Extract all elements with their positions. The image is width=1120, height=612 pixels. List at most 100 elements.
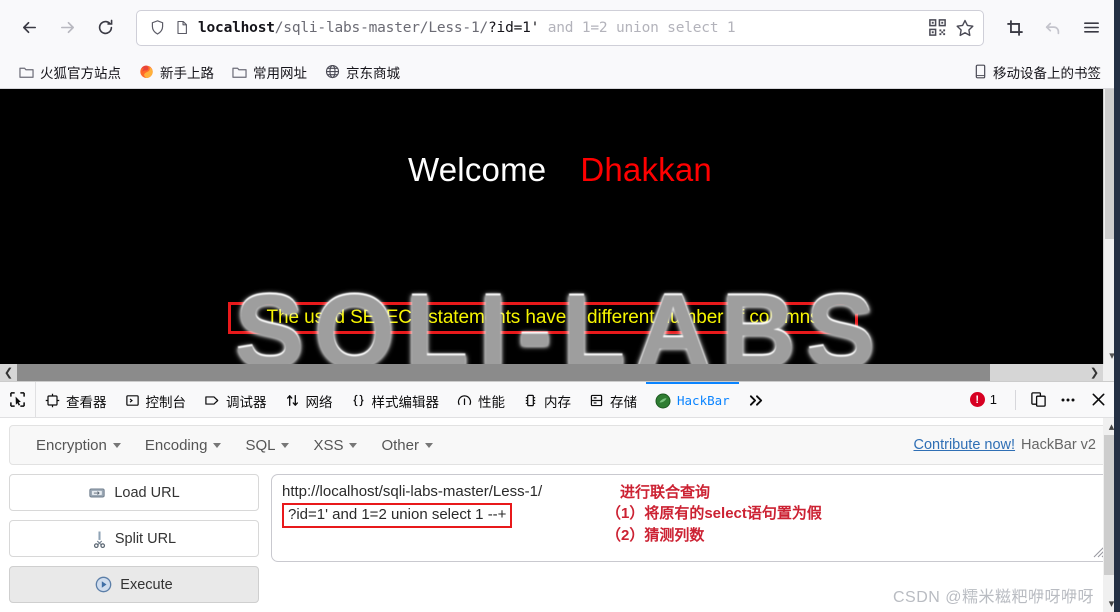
hackbar-panel: Encryption Encoding SQL XSS Other Contri… [0, 418, 1120, 612]
reload-button[interactable] [88, 11, 122, 45]
responsive-design-mode-icon [1030, 392, 1046, 407]
style-editor-braces-icon [353, 394, 363, 407]
tab-memory-label: 内存 [544, 394, 571, 410]
page-viewport: Welcome Dhakkan The used SELECT statement… [0, 89, 1120, 381]
url-query: ?id=1' [488, 19, 540, 36]
chevron-down-icon [112, 442, 121, 448]
bookmark-mobile-label: 移动设备上的书签 [993, 65, 1101, 81]
tab-inspector[interactable]: 查看器 [36, 382, 116, 417]
menu-other[interactable]: Other [369, 433, 445, 458]
reload-icon [98, 19, 112, 35]
menu-encryption[interactable]: Encryption [24, 433, 133, 458]
menu-encoding-label: Encoding [144, 436, 208, 454]
menu-sql[interactable]: SQL [233, 433, 301, 458]
tab-storage-label: 存储 [610, 394, 637, 410]
page-document-icon[interactable] [174, 19, 190, 36]
arrow-left-icon [22, 21, 36, 34]
chevron-down-icon [349, 442, 358, 448]
annotation-line-2: （1）将原有的select语句置为假 [606, 505, 822, 523]
split-url-label: Split URL [114, 530, 177, 547]
chevron-down-icon [281, 442, 290, 448]
tab-debugger[interactable]: 调试器 [195, 382, 276, 417]
horizontal-scroll-thumb[interactable] [17, 364, 990, 381]
toolbar-divider [1015, 389, 1016, 410]
window-right-edge [1114, 0, 1120, 612]
debugger-icon [205, 396, 219, 405]
chevron-down-icon [213, 442, 222, 448]
performance-gauge-icon [457, 395, 472, 406]
menu-xss-label: XSS [313, 436, 344, 454]
globe-icon [325, 64, 340, 79]
devtools-more-options-button[interactable] [1054, 386, 1082, 414]
bookmark-label: 京东商城 [346, 65, 400, 81]
more-options-icon [1061, 398, 1075, 401]
bookmark-item[interactable]: 京东商城 [318, 59, 407, 85]
contribute-link[interactable]: Contribute now! [913, 437, 1015, 453]
responsive-design-mode-button[interactable] [1024, 386, 1052, 414]
load-url-label: Load URL [114, 484, 180, 501]
tab-network-label: 网络 [305, 394, 333, 410]
app-menu-button[interactable] [1074, 11, 1108, 45]
tab-style-editor[interactable]: 样式编辑器 [342, 382, 449, 417]
folder-icon [232, 67, 247, 78]
devtools-close-button[interactable] [1084, 386, 1112, 414]
element-picker-button[interactable] [0, 382, 36, 417]
csdn-watermark: CSDN @糯米糍粑咿呀咿呀 [892, 589, 1094, 606]
tab-console[interactable]: 控制台 [116, 382, 196, 417]
hackbar-action-buttons: Load URL Split URL Execute [9, 474, 259, 603]
tab-memory[interactable]: 内存 [514, 382, 580, 417]
navigation-toolbar: localhost/sqli-labs-master/Less-1/?id=1'… [0, 0, 1120, 55]
bookmark-mobile-folder[interactable]: 移动设备上的书签 [967, 59, 1108, 85]
tab-hackbar-label: HackBar [677, 393, 730, 408]
bookmark-item[interactable]: 常用网址 [225, 59, 314, 85]
bookmarks-bar: 火狐官方站点 新手上路 常用网址 京东商城 移动设备上的书签 [0, 55, 1120, 89]
chevron-double-right-icon [749, 395, 762, 406]
back-button[interactable] [12, 11, 46, 45]
screenshot-crop-button[interactable] [998, 11, 1032, 45]
horizontal-scroll-track[interactable] [17, 364, 1086, 381]
tab-performance[interactable]: 性能 [448, 382, 514, 417]
memory-icon [525, 394, 536, 407]
close-icon [1092, 393, 1104, 406]
split-url-button[interactable]: Split URL [9, 520, 259, 557]
tab-network[interactable]: 网络 [276, 382, 342, 417]
qr-code-icon[interactable] [928, 18, 947, 37]
bookmark-star-icon[interactable] [955, 18, 975, 38]
scroll-left-arrow-icon[interactable]: ❮ [0, 364, 17, 381]
load-url-icon [89, 488, 105, 498]
tab-storage[interactable]: 存储 [580, 382, 646, 417]
forward-button[interactable] [50, 11, 84, 45]
devtools-overflow-button[interactable] [739, 382, 774, 417]
annotation-line-3: （2）猜测列数 [606, 526, 705, 544]
execute-button[interactable]: Execute [9, 566, 259, 603]
page-horizontal-scrollbar[interactable]: ❮ ❯ [0, 364, 1103, 381]
screenshot-crop-icon [1007, 19, 1023, 36]
hackbar-menu-bar: Encryption Encoding SQL XSS Other Contri… [9, 425, 1111, 465]
page-banner-letters: SQLI-LABS [234, 273, 886, 381]
tab-style-editor-label: 样式编辑器 [371, 394, 440, 410]
menu-xss[interactable]: XSS [301, 433, 369, 458]
scroll-right-arrow-icon[interactable]: ❯ [1086, 364, 1103, 381]
tab-hackbar[interactable]: HackBar [646, 382, 739, 417]
load-url-button[interactable]: Load URL [9, 474, 259, 511]
console-icon [125, 395, 139, 406]
network-arrows-icon [286, 394, 298, 407]
welcome-heading: Welcome Dhakkan [0, 151, 1120, 189]
url-bar[interactable]: localhost/sqli-labs-master/Less-1/?id=1'… [136, 9, 984, 46]
menu-encoding[interactable]: Encoding [133, 433, 234, 458]
inspector-icon [45, 393, 60, 408]
bookmark-item[interactable]: 新手上路 [132, 59, 221, 85]
menu-encryption-label: Encryption [36, 436, 107, 454]
browser-window: localhost/sqli-labs-master/Less-1/?id=1'… [0, 0, 1120, 612]
chevron-down-icon [424, 442, 433, 448]
url-text[interactable]: localhost/sqli-labs-master/Less-1/?id=1'… [198, 20, 920, 36]
undo-button[interactable] [1036, 11, 1070, 45]
storage-icon [590, 394, 603, 407]
annotation-note: 进行联合查询 （1）将原有的select语句置为假 （2）猜测列数 [606, 482, 822, 546]
bookmark-item[interactable]: 火狐官方站点 [12, 59, 128, 85]
error-count-indicator[interactable]: ! 1 [960, 392, 1007, 407]
tab-inspector-label: 查看器 [66, 394, 107, 410]
dhakkan-text: Dhakkan [580, 151, 712, 188]
hackbar-version-label: HackBar v2 [1021, 437, 1096, 453]
shield-icon[interactable] [149, 19, 166, 36]
